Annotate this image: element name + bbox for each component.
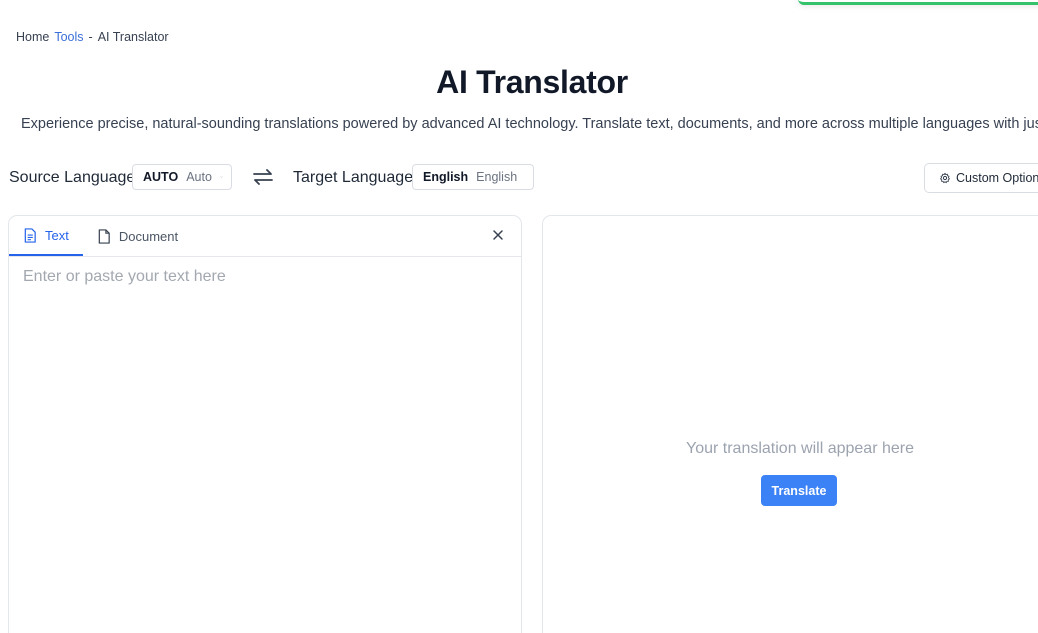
source-language-select[interactable]: AUTO Auto <box>132 164 232 190</box>
tab-document[interactable]: Document <box>83 216 192 256</box>
breadcrumb-home[interactable]: Home <box>16 30 49 44</box>
target-language-code: English <box>423 170 469 184</box>
page-subtitle: Experience precise, natural-sounding tra… <box>21 116 1038 132</box>
translation-panel: Your translation will appear here Transl… <box>542 215 1038 633</box>
breadcrumb: Home Tools - AI Translator <box>16 30 169 44</box>
tab-text-label: Text <box>45 227 69 243</box>
toast-notification <box>798 0 1038 5</box>
close-icon[interactable] <box>491 228 505 242</box>
text-file-icon <box>24 227 36 243</box>
custom-options-button[interactable]: Custom Options <box>924 163 1038 193</box>
source-language-label: Source Language <box>9 169 136 186</box>
gear-icon <box>940 172 950 184</box>
page: Home Tools - AI Translator AI Translator… <box>0 0 1038 633</box>
tab-document-label: Document <box>118 228 179 244</box>
breadcrumb-tools[interactable]: Tools <box>54 30 83 44</box>
source-language-name: Auto <box>186 170 212 184</box>
swap-arrows-icon[interactable] <box>252 168 274 186</box>
source-language-code: AUTO <box>143 170 179 184</box>
target-language-label: Target Language <box>293 169 414 186</box>
target-language-select[interactable]: English English <box>412 164 534 190</box>
page-title: AI Translator <box>436 64 628 100</box>
document-icon <box>98 228 110 244</box>
input-tabs: Text Document <box>9 216 521 257</box>
language-selector-row: Source Language AUTO Auto Target Languag… <box>9 163 1038 194</box>
translation-placeholder: Your translation will appear here <box>686 440 914 457</box>
breadcrumb-current: AI Translator <box>97 30 169 44</box>
chevron-down-icon <box>220 176 223 178</box>
source-panel: Text Document <box>8 215 522 633</box>
custom-options-label: Custom Options <box>956 171 1038 185</box>
target-language-name: English <box>476 170 518 184</box>
tab-text[interactable]: Text <box>9 216 83 256</box>
translate-button[interactable]: Translate <box>761 475 837 506</box>
breadcrumb-separator: - <box>88 30 93 44</box>
source-text-input[interactable] <box>23 268 503 628</box>
